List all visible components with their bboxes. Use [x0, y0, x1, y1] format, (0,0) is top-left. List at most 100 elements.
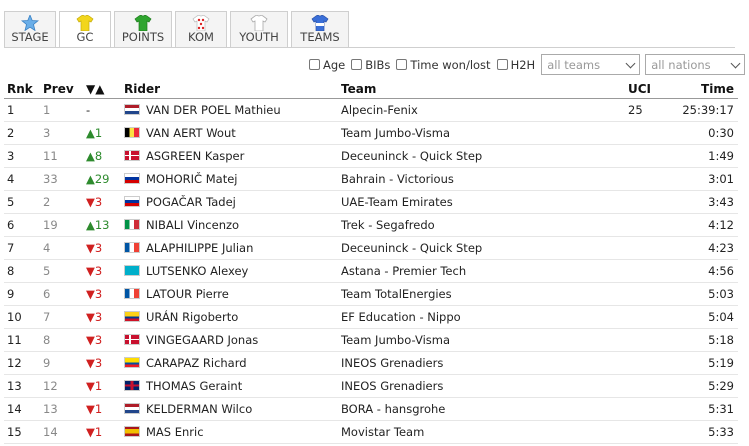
rider-link[interactable]: ASGREEN Kasper	[146, 149, 244, 163]
classification-tabs: STAGE GC POINTS KOM YOUTH TEAMS	[4, 11, 349, 48]
rank-cell: 12	[4, 351, 40, 375]
time-cell: 5:29	[671, 374, 738, 398]
table-header-row: Rnk Prev ▼▲ Rider Team UCI Time	[4, 79, 738, 99]
team-link[interactable]: Bahrain - Victorious	[341, 172, 454, 186]
uci-points-cell	[625, 305, 671, 329]
uci-points-cell	[625, 144, 671, 168]
team-link[interactable]: UAE-Team Emirates	[341, 195, 453, 209]
prev-rank-cell: 7	[40, 305, 83, 329]
h2h-checkbox-box[interactable]	[496, 59, 508, 70]
team-link[interactable]: BORA - hansgrohe	[341, 402, 445, 416]
tab-points[interactable]: POINTS	[114, 11, 172, 48]
flag-be-icon	[124, 127, 140, 138]
team-link[interactable]: Deceuninck - Quick Step	[341, 241, 482, 255]
time-won-lost-checkbox[interactable]: Time won/lost	[396, 57, 491, 72]
rider-link[interactable]: THOMAS Geraint	[146, 379, 242, 393]
rider-link[interactable]: ALAPHILIPPE Julian	[146, 241, 253, 255]
team-link[interactable]: Team TotalEnergies	[341, 287, 452, 301]
teams-select[interactable]: all teams	[541, 54, 641, 75]
rank-change-cell: ▼1	[83, 374, 121, 398]
tab-teams[interactable]: TEAMS	[291, 11, 349, 48]
rider-link[interactable]: VINGEGAARD Jonas	[146, 333, 258, 347]
prev-rank-cell: 3	[40, 121, 83, 145]
rider-cell: VAN DER POEL Mathieu	[121, 98, 338, 122]
team-cell: EF Education - Nippo	[338, 305, 625, 329]
prev-rank-cell: 6	[40, 282, 83, 306]
rider-cell: LATOUR Pierre	[121, 282, 338, 306]
rank-cell: 5	[4, 190, 40, 214]
tab-youth[interactable]: YOUTH	[230, 11, 288, 48]
rider-link[interactable]: VAN AERT Wout	[146, 126, 236, 140]
rider-link[interactable]: URÁN Rigoberto	[146, 310, 238, 324]
green-jersey-icon	[134, 15, 152, 31]
col-diff[interactable]: ▼▲	[83, 79, 121, 99]
team-cell: Team Jumbo-Visma	[338, 121, 625, 145]
team-link[interactable]: INEOS Grenadiers	[341, 379, 443, 393]
team-link[interactable]: Movistar Team	[341, 425, 424, 439]
rank-cell: 14	[4, 397, 40, 421]
tab-gc[interactable]: GC	[59, 11, 111, 48]
time-won-lost-checkbox-box[interactable]	[396, 59, 408, 70]
star-icon	[21, 15, 39, 31]
rider-link[interactable]: NIBALI Vincenzo	[146, 218, 239, 232]
flag-gb-icon	[124, 380, 140, 391]
prev-rank-cell: 9	[40, 351, 83, 375]
uci-points-cell	[625, 213, 671, 237]
rider-link[interactable]: VAN DER POEL Mathieu	[146, 103, 281, 117]
team-link[interactable]: Deceuninck - Quick Step	[341, 149, 482, 163]
table-row: 10 7 ▼3 URÁN Rigoberto EF Education - Nippo 5…	[4, 305, 738, 329]
rider-link[interactable]: CARAPAZ Richard	[146, 356, 247, 370]
bibs-checkbox[interactable]: BIBs	[351, 58, 390, 72]
col-rider[interactable]: Rider	[121, 79, 338, 99]
rider-link[interactable]: MOHORIČ Matej	[146, 172, 238, 186]
rider-link[interactable]: POGAČAR Tadej	[146, 195, 236, 209]
table-row: 8 5 ▼3 LUTSENKO Alexey Astana - Premier Tech…	[4, 259, 738, 283]
team-link[interactable]: Team Jumbo-Visma	[341, 333, 450, 347]
rider-cell: ALAPHILIPPE Julian	[121, 236, 338, 260]
col-time[interactable]: Time	[671, 79, 738, 99]
time-won-lost-label: Time won/lost	[410, 57, 491, 72]
rank-cell: 10	[4, 305, 40, 329]
team-link[interactable]: Team Jumbo-Visma	[341, 126, 450, 140]
age-label: Age	[323, 57, 346, 72]
col-rnk[interactable]: Rnk	[4, 79, 40, 99]
filter-bar: Age BIBs Time won/lost H2H all teams all…	[309, 54, 746, 75]
bibs-label: BIBs	[365, 57, 391, 72]
age-checkbox-box[interactable]	[309, 59, 320, 70]
h2h-label: H2H	[510, 57, 536, 72]
rank-change-cell: ▼3	[83, 236, 121, 260]
team-link[interactable]: Trek - Segafredo	[341, 218, 435, 232]
uci-points-cell	[625, 420, 671, 444]
uci-points-cell	[625, 190, 671, 214]
rider-link[interactable]: KELDERMAN Wilco	[146, 402, 252, 416]
blue-jersey-icon	[311, 15, 329, 31]
time-cell: 4:56	[671, 259, 738, 283]
tab-kom[interactable]: KOM	[175, 11, 227, 48]
team-link[interactable]: EF Education - Nippo	[341, 310, 461, 324]
rider-link[interactable]: LUTSENKO Alexey	[146, 264, 248, 278]
rider-cell: URÁN Rigoberto	[121, 305, 338, 329]
rider-link[interactable]: MAS Enric	[146, 425, 204, 439]
h2h-checkbox[interactable]: H2H	[496, 57, 536, 72]
team-link[interactable]: Astana - Premier Tech	[341, 264, 466, 278]
prev-rank-cell: 1	[40, 98, 83, 122]
time-cell: 3:43	[671, 190, 738, 214]
team-cell: Team TotalEnergies	[338, 282, 625, 306]
chevron-down-icon	[730, 58, 741, 68]
tab-stage[interactable]: STAGE	[4, 11, 56, 48]
team-link[interactable]: INEOS Grenadiers	[341, 356, 443, 370]
col-uci[interactable]: UCI	[625, 79, 671, 99]
results-table: Rnk Prev ▼▲ Rider Team UCI Time 1 1- VAN D…	[4, 79, 738, 444]
rank-change-cell: ▼3	[83, 305, 121, 329]
rank-change-cell: ▼3	[83, 282, 121, 306]
bibs-checkbox-box[interactable]	[351, 59, 363, 70]
time-cell: 5:19	[671, 351, 738, 375]
col-prev[interactable]: Prev	[40, 79, 83, 99]
nations-select[interactable]: all nations	[645, 54, 746, 75]
rider-link[interactable]: LATOUR Pierre	[146, 287, 229, 301]
age-checkbox[interactable]: Age	[309, 58, 345, 72]
time-cell: 25:39:17	[671, 98, 738, 122]
tab-label: GC	[76, 30, 94, 44]
team-link[interactable]: Alpecin-Fenix	[341, 103, 418, 117]
col-team[interactable]: Team	[338, 79, 625, 99]
